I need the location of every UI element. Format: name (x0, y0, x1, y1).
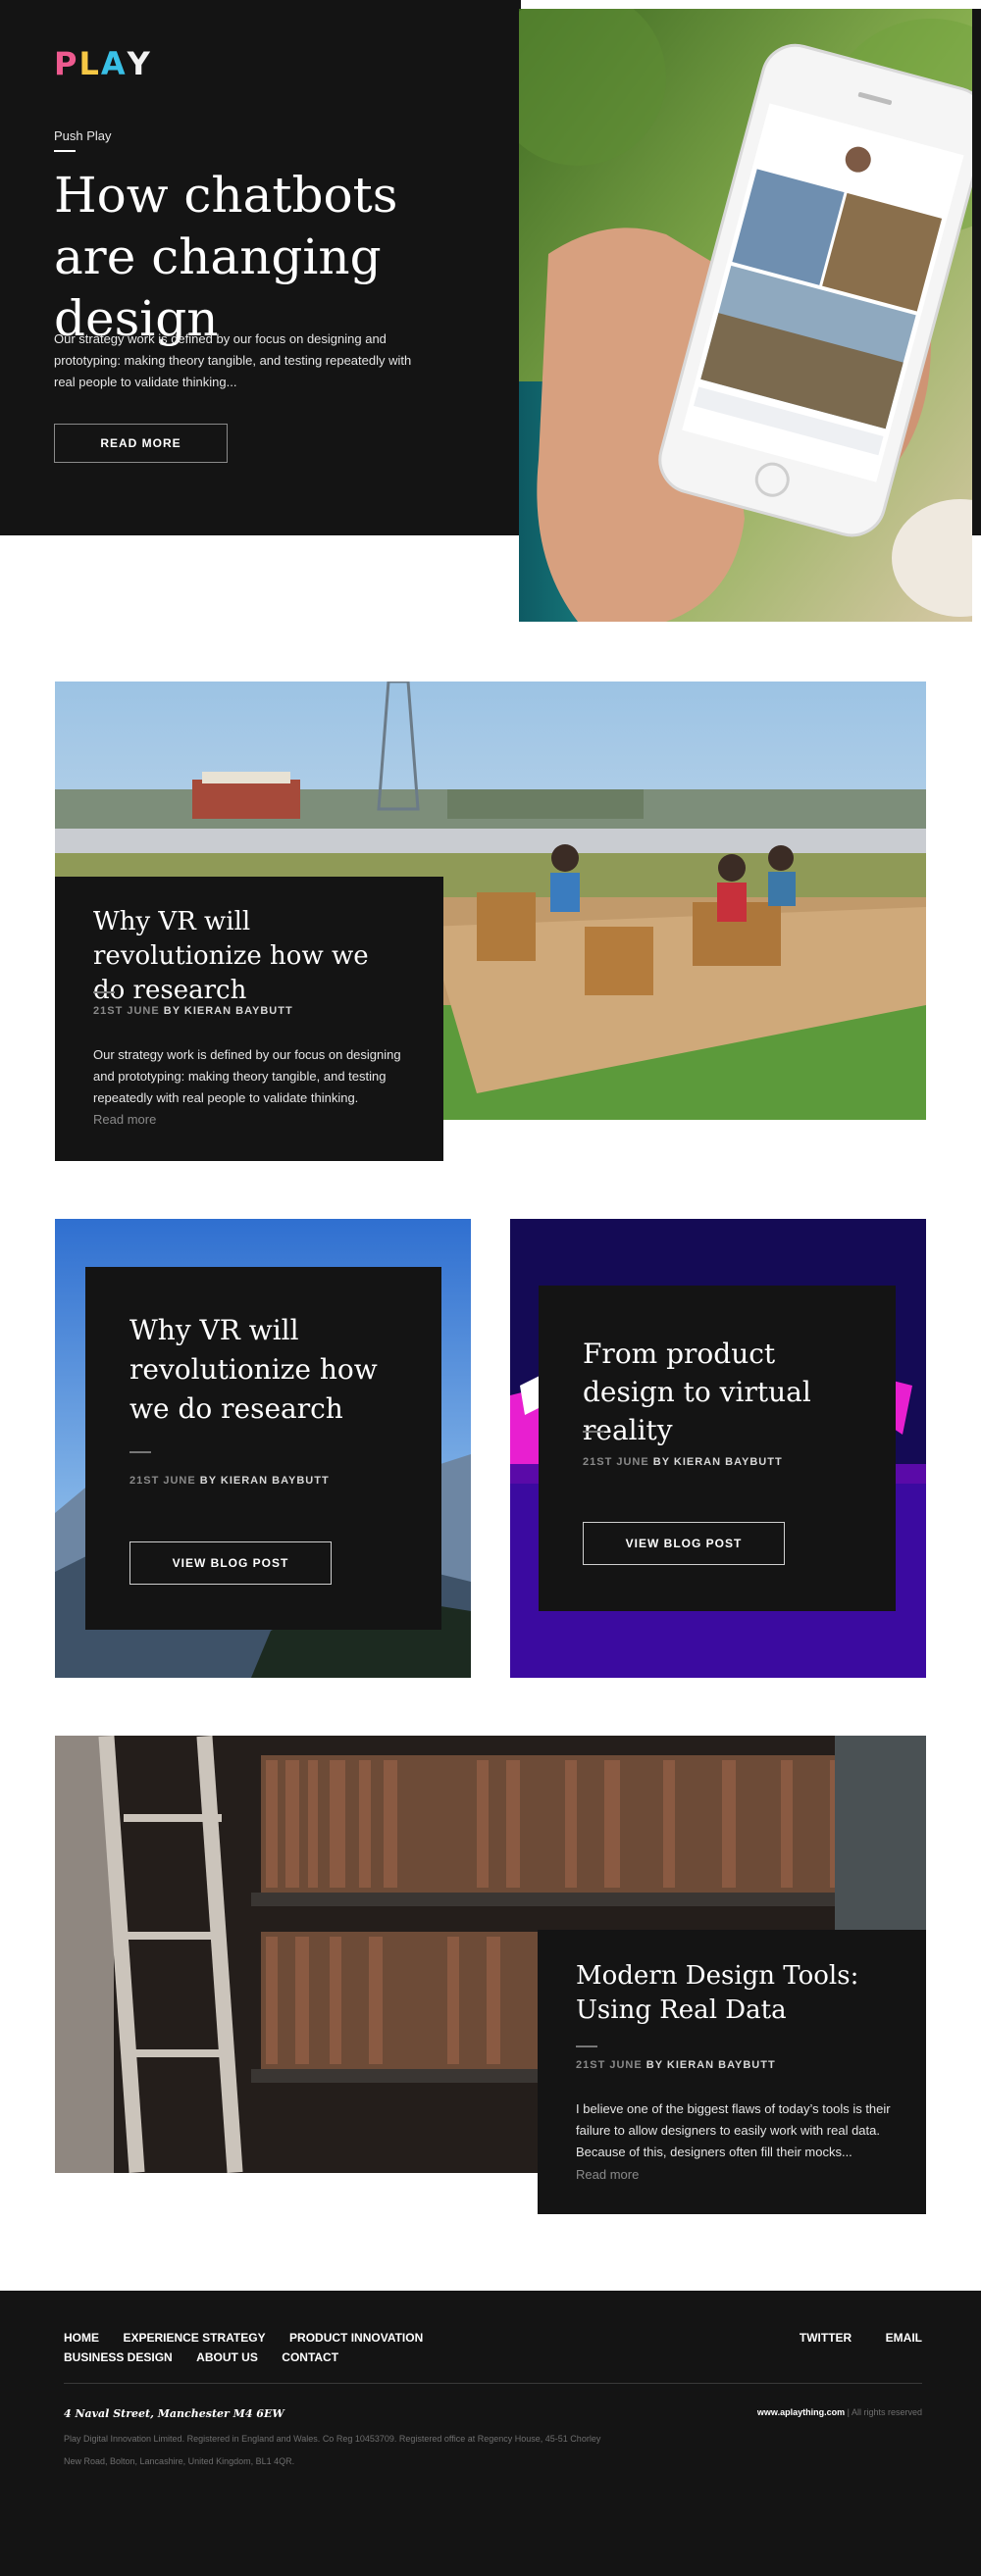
feature-byline: BY KIERAN BAYBUTT (163, 1005, 293, 1017)
feature-title[interactable]: Why VR will revolutionize how we do rese… (93, 905, 407, 1008)
footer-nav-business-design[interactable]: BUSINESS DESIGN (64, 2350, 173, 2364)
logo-letter: A (100, 45, 128, 82)
footer-address: 4 Naval Street, Manchester M4 6EW (64, 2407, 284, 2420)
blog-card-divider (583, 1431, 604, 1433)
feature-divider (93, 991, 115, 993)
footer-legal-line: New Road, Bolton, Lancashire, United Kin… (64, 2456, 295, 2466)
tools-body: I believe one of the biggest flaws of to… (576, 2101, 891, 2159)
blog-card-byline: BY KIERAN BAYBUTT (199, 1475, 330, 1487)
blog-card-title[interactable]: From product design to virtual reality (583, 1335, 867, 1449)
footer-social: TWITTER EMAIL (800, 2329, 922, 2347)
footer-email-link[interactable]: EMAIL (886, 2331, 922, 2345)
tools-divider (576, 2046, 597, 2047)
tools-card[interactable]: Modern Design Tools: Using Real Data 21S… (538, 1930, 926, 2214)
feature-body: Our strategy work is defined by our focu… (93, 1047, 401, 1105)
logo-letter: Y (127, 45, 152, 82)
blog-card-byline: BY KIERAN BAYBUTT (652, 1456, 783, 1468)
hero-description: Our strategy work is defined by our focu… (54, 331, 412, 389)
footer-legal: Play Digital Innovation Limited. Registe… (64, 2428, 652, 2473)
blog-card-date: 21ST JUNE (129, 1475, 196, 1487)
feature-read-more-link[interactable]: Read more (93, 1112, 156, 1127)
blog-card-meta: 21ST JUNE BY KIERAN BAYBUTT (583, 1456, 783, 1468)
footer-rights: | All rights reserved (847, 2407, 922, 2417)
logo-letter: L (78, 45, 101, 82)
tools-date: 21ST JUNE (576, 2059, 643, 2071)
hand-phone-illustration (519, 9, 972, 622)
footer-nav-row-2: BUSINESS DESIGN ABOUT US CONTACT (64, 2349, 338, 2366)
tools-meta: 21ST JUNE BY KIERAN BAYBUTT (576, 2059, 776, 2071)
logo-letter: P (54, 45, 79, 82)
hero-edge-strip (972, 9, 981, 535)
footer-nav-row-1: HOME EXPERIENCE STRATEGY PRODUCT INNOVAT… (64, 2329, 423, 2347)
footer-divider (64, 2383, 922, 2384)
tools-title[interactable]: Modern Design Tools: Using Real Data (576, 1959, 890, 2028)
footer-nav-home[interactable]: HOME (64, 2331, 99, 2345)
feature-meta: 21ST JUNE BY KIERAN BAYBUTT (93, 1005, 293, 1017)
hero-eyebrow: Push Play (54, 128, 112, 143)
footer-site-line: www.aplaything.com | All rights reserved (638, 2407, 922, 2417)
footer-nav-contact[interactable]: CONTACT (282, 2350, 338, 2364)
view-blog-post-button[interactable]: VIEW BLOG POST (583, 1522, 785, 1565)
blog-card-title[interactable]: Why VR will revolutionize how we do rese… (129, 1311, 385, 1429)
brand-logo[interactable]: PLAY (54, 45, 152, 82)
view-blog-post-button[interactable]: VIEW BLOG POST (129, 1541, 332, 1585)
footer-nav-experience-strategy[interactable]: EXPERIENCE STRATEGY (123, 2331, 265, 2345)
footer-legal-line: Play Digital Innovation Limited. Registe… (64, 2434, 601, 2444)
hero-title: How chatbots are changing design (54, 167, 398, 347)
hero-image-hand-phone (519, 9, 972, 622)
blog-card-divider (129, 1451, 151, 1453)
feature-card[interactable]: Why VR will revolutionize how we do rese… (55, 877, 443, 1161)
eyebrow-divider (54, 150, 76, 152)
blog-card-vr[interactable]: Why VR will revolutionize how we do rese… (85, 1267, 441, 1630)
tools-byline: BY KIERAN BAYBUTT (645, 2059, 776, 2071)
blog-card-date: 21ST JUNE (583, 1456, 649, 1468)
footer-nav-product-innovation[interactable]: PRODUCT INNOVATION (289, 2331, 423, 2345)
tools-read-more-link[interactable]: Read more (576, 2167, 639, 2182)
feature-date: 21ST JUNE (93, 1005, 160, 1017)
footer-nav-about-us[interactable]: ABOUT US (196, 2350, 258, 2364)
footer-site-link[interactable]: www.aplaything.com (757, 2407, 845, 2417)
read-more-button[interactable]: READ MORE (54, 424, 228, 463)
blog-card-meta: 21ST JUNE BY KIERAN BAYBUTT (129, 1475, 330, 1487)
blog-card-product-vr[interactable]: From product design to virtual reality 2… (539, 1286, 896, 1611)
footer-twitter-link[interactable]: TWITTER (800, 2331, 852, 2345)
